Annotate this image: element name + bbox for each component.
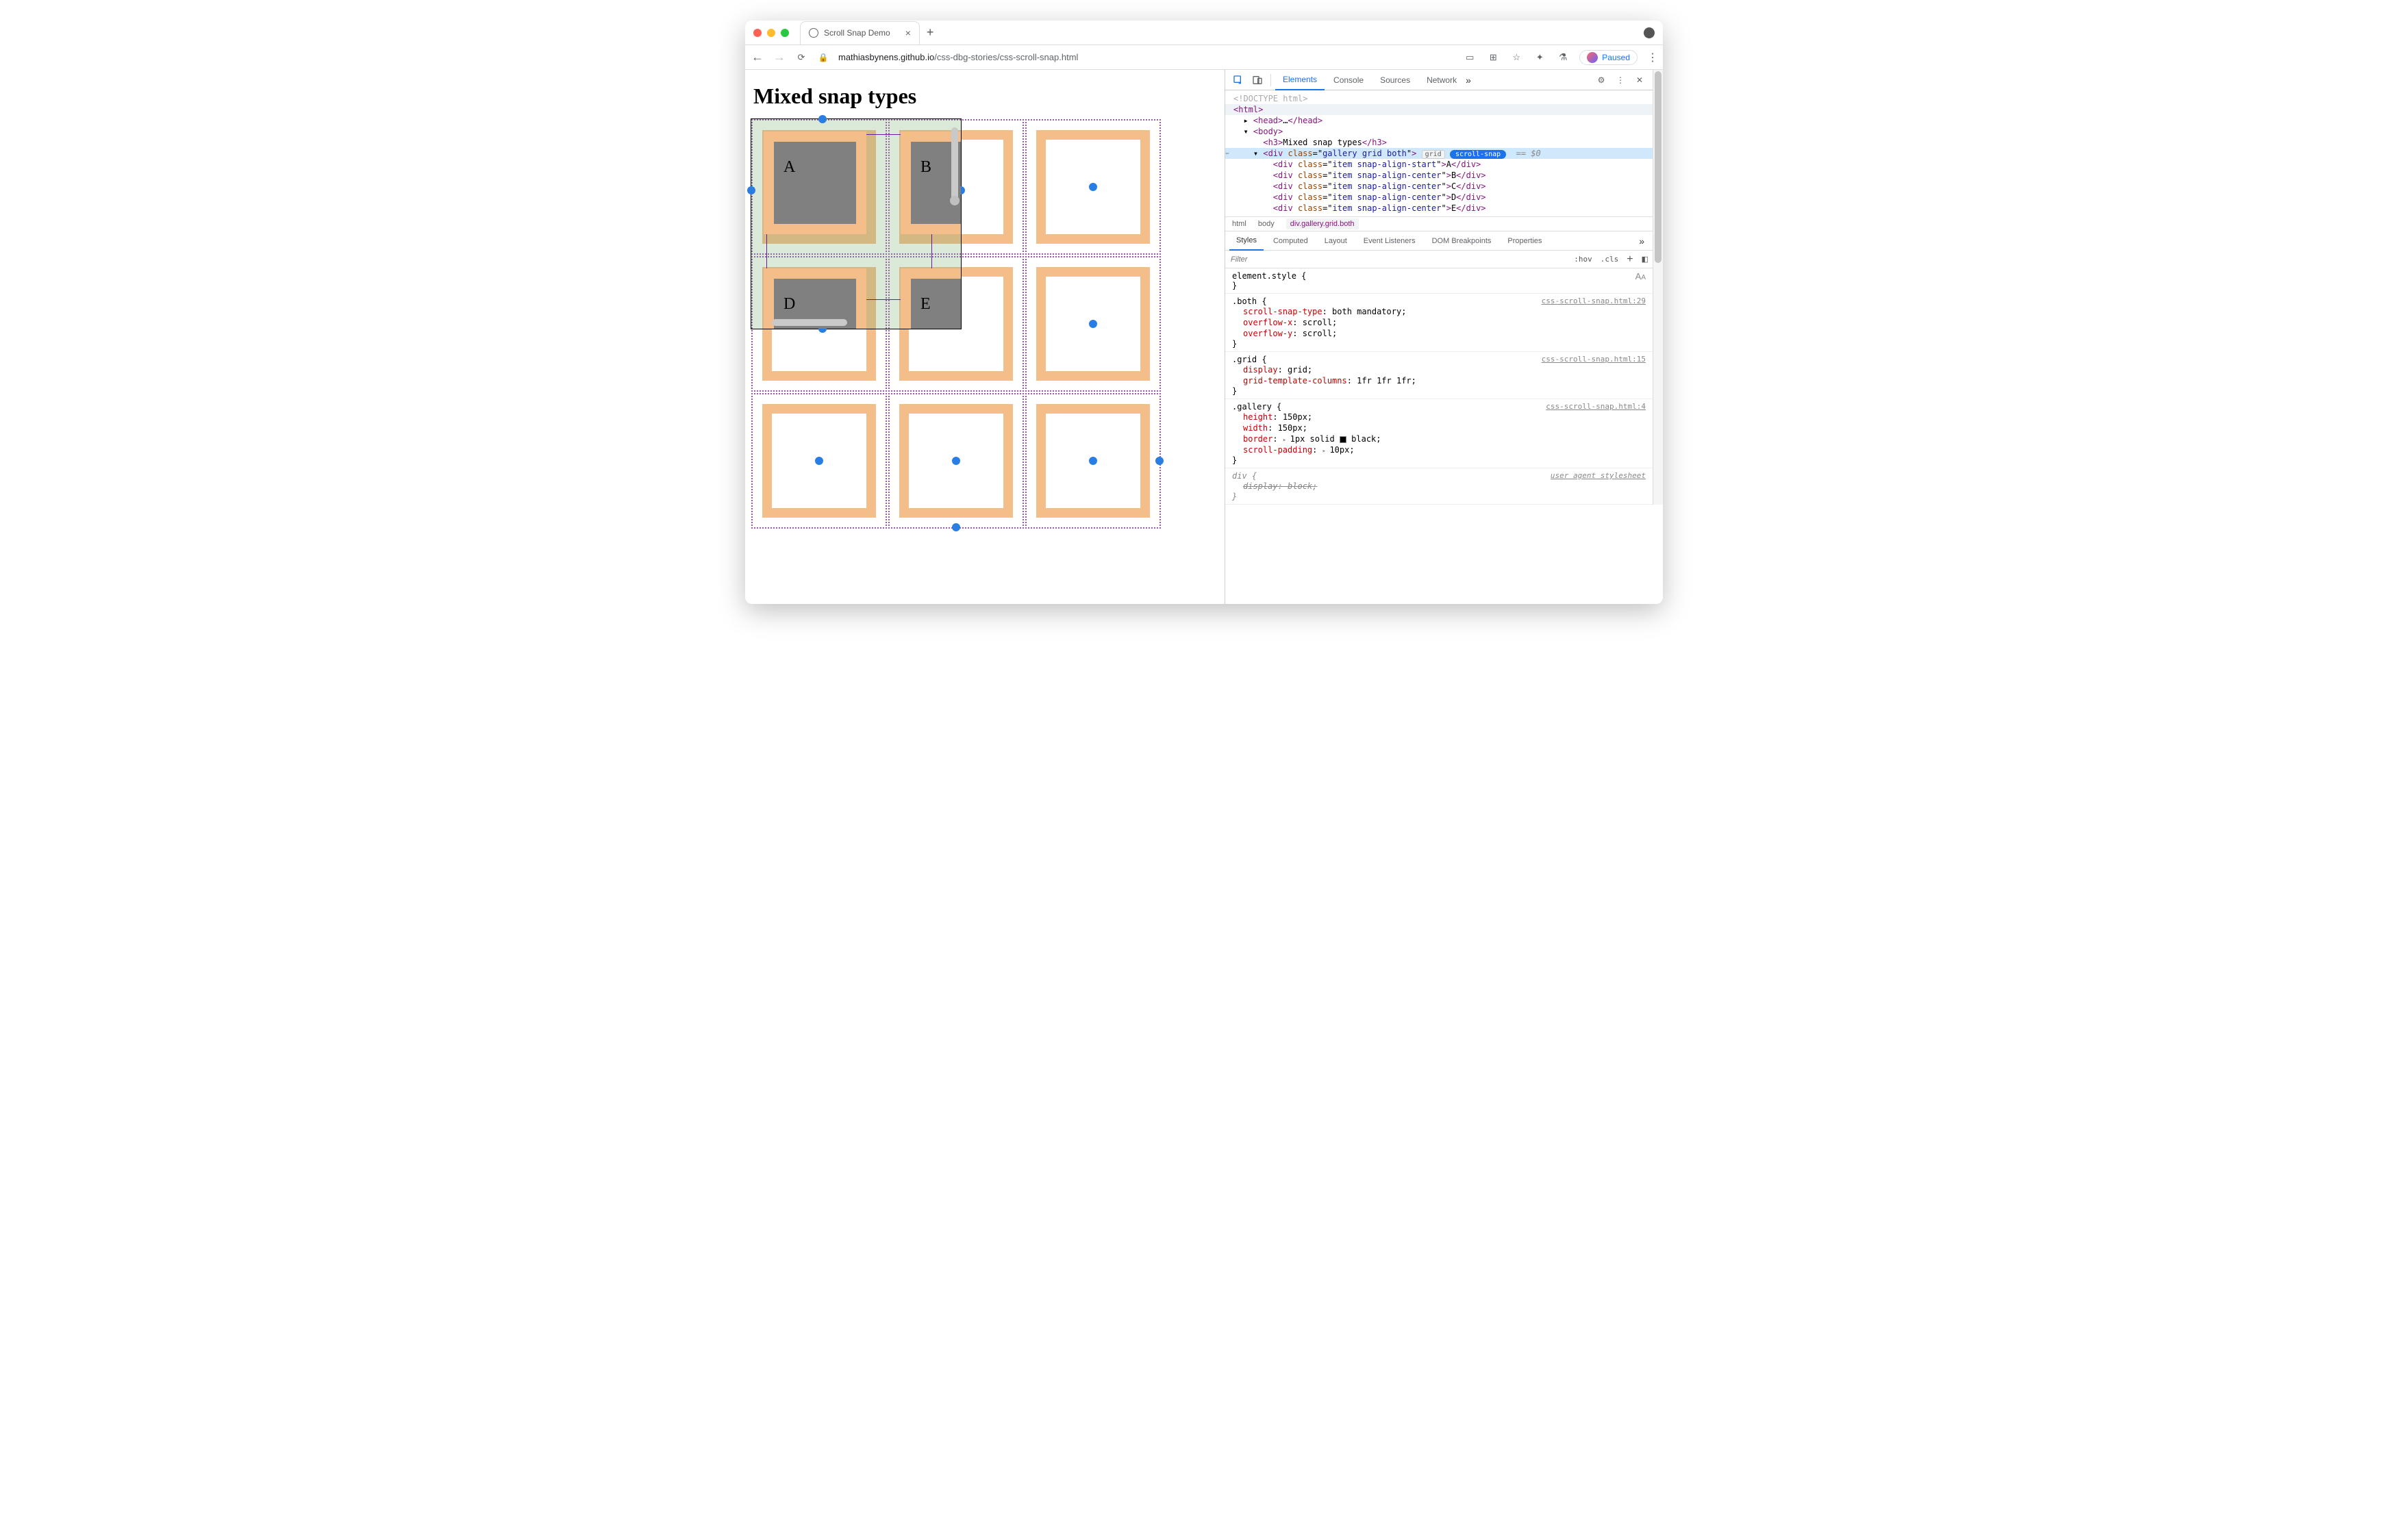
url-field[interactable]: mathiasbynens.github.io/css-dbg-stories/… [838,52,1455,62]
forward-button[interactable]: → [773,51,786,64]
new-style-rule-icon[interactable]: + [1622,253,1637,266]
paused-label: Paused [1602,53,1630,62]
tab-layout[interactable]: Layout [1318,231,1354,251]
font-aa-icon[interactable]: AA [1635,271,1646,281]
labs-icon[interactable]: ⚗ [1556,51,1570,64]
styles-filter-bar: :hov .cls + ◧ [1225,251,1653,268]
styles-filter-input[interactable] [1225,255,1570,264]
url-path: /css-dbg-stories/css-scroll-snap.html [934,52,1078,62]
titlebar: Scroll Snap Demo × + [745,21,1663,45]
cls-button[interactable]: .cls [1596,255,1623,264]
rule-source[interactable]: css-scroll-snap.html:4 [1546,402,1646,411]
snap-dot-icon [815,457,823,465]
cell-label: A [774,142,856,224]
crumb-body[interactable]: body [1258,220,1275,228]
tab-console[interactable]: Console [1326,70,1371,90]
address-bar: ← → ⟳ 🔒 mathiasbynens.github.io/css-dbg-… [745,45,1663,70]
computed-panel-icon[interactable]: ◧ [1638,255,1653,264]
lock-icon[interactable]: 🔒 [816,51,830,64]
avatar-icon [1587,52,1598,63]
reload-button[interactable]: ⟳ [794,51,808,64]
page-heading: Mixed snap types [745,84,1225,116]
snap-dot-icon [1089,183,1097,191]
devtools-scrollbar[interactable] [1653,70,1663,505]
settings-icon[interactable]: ⚙ [1592,71,1610,89]
tab-properties[interactable]: Properties [1501,231,1548,251]
page-content: Mixed snap types A B D E [745,70,1225,604]
snap-dot-icon [1155,457,1164,465]
extensions-icon[interactable]: ✦ [1533,51,1546,64]
hov-button[interactable]: :hov [1570,255,1596,264]
new-tab-button[interactable]: + [927,25,934,40]
elements-tree[interactable]: <!DOCTYPE html> <html> ▸ <head>…</head> … [1225,90,1653,216]
rule-source: user agent stylesheet [1551,471,1646,480]
grid-cell [751,393,887,529]
gallery-item: E [901,268,961,329]
tab-sources[interactable]: Sources [1372,70,1418,90]
crumb-html[interactable]: html [1232,220,1246,228]
devtools: Elements Console Sources Network » ⚙ ⋮ ✕… [1225,70,1663,604]
sel-class: gallery grid both [1322,149,1407,158]
tab-styles[interactable]: Styles [1229,231,1264,251]
color-swatch-icon[interactable] [1340,436,1346,443]
grid-cell [1025,393,1161,529]
url-host: mathiasbynens.github.io [838,52,934,62]
more-style-tabs-icon[interactable]: » [1635,236,1648,247]
tab-computed[interactable]: Computed [1266,231,1315,251]
rule-source[interactable]: css-scroll-snap.html:15 [1542,355,1646,364]
breadcrumbs[interactable]: html body div.gallery.grid.both [1225,216,1653,231]
grid-cell [1025,119,1161,255]
selected-element[interactable]: ▾ <div class="gallery grid both"> grid s… [1225,148,1653,159]
tab-dom-breakpoints[interactable]: DOM Breakpoints [1425,231,1498,251]
close-devtools-icon[interactable]: ✕ [1631,71,1648,89]
inspect-icon[interactable] [1229,71,1247,89]
cell-label: E [911,279,961,329]
grid-cell [1025,256,1161,392]
doctype: <!DOCTYPE html> [1233,94,1307,103]
grid-badge[interactable]: grid [1422,150,1445,159]
bookmark-icon[interactable]: ☆ [1509,51,1523,64]
vertical-scrollbar[interactable] [951,127,958,203]
scrollbar-knob[interactable] [950,196,960,205]
search-tabs-icon[interactable] [1644,27,1655,38]
snap-dot-icon [1089,320,1097,328]
profile-paused[interactable]: Paused [1579,50,1638,65]
device-icon[interactable]: ▭ [1463,51,1477,64]
snap-dot-icon [952,523,960,531]
html-tag[interactable]: <html> [1233,105,1263,114]
devtools-tabs: Elements Console Sources Network » ⚙ ⋮ ✕ [1225,70,1653,90]
snap-dot-icon [1089,457,1097,465]
close-tab-icon[interactable]: × [905,27,911,38]
horizontal-scrollbar[interactable] [772,319,847,326]
styles-pane[interactable]: AA element.style { } css-scroll-snap.htm… [1225,268,1653,505]
tab-event-listeners[interactable]: Event Listeners [1357,231,1422,251]
window-close-icon[interactable] [753,29,762,37]
scroll-snap-badge[interactable]: scroll-snap [1450,150,1506,159]
kebab-icon[interactable]: ⋮ [1611,71,1629,89]
browser-tab[interactable]: Scroll Snap Demo × [800,21,920,45]
styles-tabs: Styles Computed Layout Event Listeners D… [1225,231,1653,251]
snap-dot-icon [952,457,960,465]
window-zoom-icon[interactable] [781,29,789,37]
back-button[interactable]: ← [751,51,764,64]
device-toggle-icon[interactable] [1249,71,1266,89]
qr-icon[interactable]: ⊞ [1486,51,1500,64]
chrome-menu-icon[interactable]: ⋮ [1647,51,1657,64]
tab-title: Scroll Snap Demo [824,28,890,38]
h3-text: Mixed snap types [1283,138,1362,147]
crumb-current[interactable]: div.gallery.grid.both [1286,218,1359,229]
tab-elements[interactable]: Elements [1275,70,1325,90]
more-tabs-icon[interactable]: » [1466,75,1471,86]
gallery-item: A [764,131,866,234]
window-minimize-icon[interactable] [767,29,775,37]
element-style-selector[interactable]: element.style { [1232,271,1646,281]
globe-icon [809,28,818,38]
gallery-viewport-overlay: A B D E [751,118,962,329]
rule-source[interactable]: css-scroll-snap.html:29 [1542,296,1646,305]
grid-cell [888,393,1024,529]
tab-network[interactable]: Network [1419,70,1464,90]
